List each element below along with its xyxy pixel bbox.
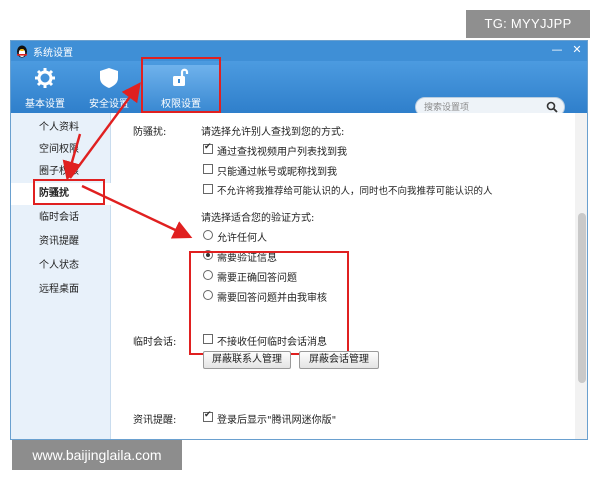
anti-harassment-highlight [33, 179, 105, 205]
find-option-account-only-checkbox[interactable] [203, 164, 213, 174]
blocked-sessions-button[interactable]: 屏蔽会话管理 [299, 351, 379, 369]
permission-tab-highlight [141, 57, 221, 113]
reject-temp-chat-label: 不接收任何临时会话消息 [217, 337, 327, 348]
tab-security-label: 安全设置 [89, 99, 129, 110]
content-scrollbar[interactable] [575, 113, 587, 439]
find-option-no-recommend-checkbox[interactable] [203, 184, 213, 194]
sidebar: 个人资料 空间权限 圈子权限 防骚扰 临时会话 资讯提醒 个人状态 远程桌面 [11, 113, 111, 439]
watermark-top: TG: MYYJJPP [466, 10, 590, 38]
window-title: 系统设置 [33, 48, 73, 59]
find-option-video-list-checkbox[interactable] [203, 142, 213, 154]
verify-option-anyone-label: 允许任何人 [217, 233, 267, 244]
verify-option-anyone-radio[interactable] [203, 230, 213, 240]
find-option-video-list-label: 通过查找视频用户列表找到我 [217, 147, 347, 158]
toolbar: 基本设置 安全设置 权限设置 [11, 61, 587, 117]
tab-basic-label: 基本设置 [25, 99, 65, 110]
settings-window: 系统设置 — ✕ 基本设置 安全设置 权限设置 搜索设置项 个人资料 空间权限 … [10, 40, 588, 440]
sidebar-item-space-permission[interactable]: 空间权限 [11, 139, 111, 161]
reject-temp-chat-checkbox[interactable] [203, 334, 213, 344]
scrollbar-thumb[interactable] [578, 213, 586, 383]
temp-chat-label: 临时会话: [133, 337, 177, 348]
tab-security-settings[interactable]: 安全设置 [79, 65, 139, 111]
search-icon[interactable] [546, 101, 558, 113]
close-button[interactable]: ✕ [571, 43, 583, 56]
title-bar: 系统设置 — ✕ [11, 41, 587, 61]
blocked-contacts-button[interactable]: 屏蔽联系人管理 [203, 351, 291, 369]
penguin-logo-icon [17, 45, 27, 58]
minimize-button[interactable]: — [551, 43, 563, 56]
sidebar-item-temp-chat[interactable]: 临时会话 [11, 207, 111, 229]
sidebar-item-news-reminder[interactable]: 资讯提醒 [11, 231, 111, 253]
anti-harassment-label: 防骚扰: [133, 127, 167, 138]
tab-basic-settings[interactable]: 基本设置 [15, 65, 75, 111]
find-method-title: 请选择允许别人查找到您的方式: [201, 127, 345, 138]
show-mini-news-label: 登录后显示"腾讯网迷你版" [217, 415, 337, 426]
sidebar-item-personal-status[interactable]: 个人状态 [11, 255, 111, 277]
settings-content: 防骚扰: 请选择允许别人查找到您的方式: 通过查找视频用户列表找到我 只能通过帐… [111, 113, 575, 439]
find-option-account-only-label: 只能通过帐号或昵称找到我 [217, 167, 337, 178]
sidebar-item-remote-desktop[interactable]: 远程桌面 [11, 279, 111, 301]
gear-icon [35, 68, 55, 88]
watermark-bottom: www.baijinglaila.com [12, 440, 182, 470]
sidebar-item-profile[interactable]: 个人资料 [11, 117, 111, 139]
find-option-no-recommend-label: 不允许将我推荐给可能认识的人，同时也不向我推荐可能认识的人 [217, 186, 493, 197]
page: 系统设置 — ✕ 基本设置 安全设置 权限设置 搜索设置项 个人资料 空间权限 … [0, 0, 600, 480]
shield-icon [100, 68, 118, 88]
show-mini-news-checkbox[interactable] [203, 410, 213, 422]
verify-method-title: 请选择适合您的验证方式: [201, 213, 315, 224]
news-reminder-label: 资讯提醒: [133, 415, 177, 426]
window-controls: — ✕ [551, 43, 583, 56]
